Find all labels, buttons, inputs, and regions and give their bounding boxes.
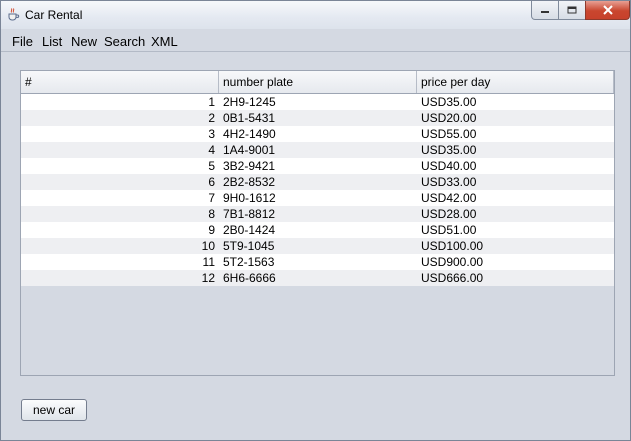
cell-index: 1 — [208, 95, 215, 109]
cell-index: 11 — [202, 255, 215, 269]
column-header-index[interactable]: # — [21, 71, 219, 93]
table-row[interactable]: 10 5T9-1045 USD100.00 — [21, 238, 614, 254]
cell-number-plate: 7B1-8812 — [223, 207, 276, 221]
minimize-icon — [541, 11, 549, 13]
cell-index: 7 — [208, 191, 215, 205]
cell-number-plate: 6H6-6666 — [223, 271, 276, 285]
cell-index: 8 — [208, 207, 215, 221]
table-row[interactable]: 8 7B1-8812 USD28.00 — [21, 206, 614, 222]
cell-number-plate: 2H9-1245 — [223, 95, 276, 109]
cell-price: USD35.00 — [421, 95, 477, 109]
window-title: Car Rental — [25, 8, 83, 22]
table-row[interactable]: 11 5T2-1563 USD900.00 — [21, 254, 614, 270]
column-header-price-per-day[interactable]: price per day — [417, 71, 614, 93]
cell-index: 3 — [208, 127, 215, 141]
cell-price: USD666.00 — [421, 271, 484, 285]
menu-list[interactable]: List — [42, 34, 62, 49]
cell-index: 12 — [201, 271, 215, 285]
table-row[interactable]: 3 4H2-1490 USD55.00 — [21, 126, 614, 142]
table-row[interactable]: 9 2B0-1424 USD51.00 — [21, 222, 614, 238]
new-car-button[interactable]: new car — [21, 399, 87, 421]
cell-price: USD35.00 — [421, 143, 477, 157]
cell-index: 9 — [208, 223, 215, 237]
cell-price: USD900.00 — [421, 255, 484, 269]
cell-price: USD40.00 — [421, 159, 477, 173]
cell-price: USD33.00 — [421, 175, 477, 189]
minimize-button[interactable] — [531, 1, 559, 20]
cell-index: 10 — [201, 239, 215, 253]
app-window: Car Rental File List New Search XML # nu — [0, 0, 631, 441]
cell-number-plate: 2B0-1424 — [223, 223, 276, 237]
table-row[interactable]: 12 6H6-6666 USD666.00 — [21, 270, 614, 286]
cell-number-plate: 1A4-9001 — [223, 143, 276, 157]
cell-price: USD51.00 — [421, 223, 477, 237]
menu-search[interactable]: Search — [104, 34, 145, 49]
cell-price: USD42.00 — [421, 191, 477, 205]
table-row[interactable]: 6 2B2-8532 USD33.00 — [21, 174, 614, 190]
table-row[interactable]: 4 1A4-9001 USD35.00 — [21, 142, 614, 158]
cell-number-plate: 9H0-1612 — [223, 191, 276, 205]
column-header-number-plate[interactable]: number plate — [219, 71, 417, 93]
menu-bar: File List New Search XML — [1, 29, 630, 52]
table-header: # number plate price per day — [21, 71, 614, 94]
menu-xml[interactable]: XML — [151, 34, 178, 49]
cell-price: USD20.00 — [421, 111, 477, 125]
table-body: 1 2H9-1245 USD35.00 2 0B1-5431 USD20.00 … — [21, 94, 614, 286]
close-button[interactable] — [585, 1, 630, 20]
cell-index: 5 — [208, 159, 215, 173]
java-cup-icon — [8, 8, 20, 21]
cell-index: 2 — [208, 111, 215, 125]
cell-number-plate: 5T9-1045 — [223, 239, 275, 253]
table-scroll-pane[interactable]: # number plate price per day 1 2H9-1245 … — [20, 70, 615, 376]
table-row[interactable]: 1 2H9-1245 USD35.00 — [21, 94, 614, 110]
table-row[interactable]: 5 3B2-9421 USD40.00 — [21, 158, 614, 174]
close-icon — [602, 5, 613, 15]
cell-price: USD55.00 — [421, 127, 477, 141]
cell-price: USD100.00 — [421, 239, 484, 253]
maximize-icon — [567, 6, 577, 14]
cell-number-plate: 0B1-5431 — [223, 111, 276, 125]
title-bar[interactable]: Car Rental — [1, 1, 630, 29]
cell-number-plate: 5T2-1563 — [223, 255, 275, 269]
menu-file[interactable]: File — [12, 34, 33, 49]
cell-price: USD28.00 — [421, 207, 477, 221]
cell-index: 6 — [208, 175, 215, 189]
cell-number-plate: 3B2-9421 — [223, 159, 276, 173]
cell-number-plate: 4H2-1490 — [223, 127, 276, 141]
maximize-button[interactable] — [558, 1, 586, 20]
cell-number-plate: 2B2-8532 — [223, 175, 276, 189]
table-row[interactable]: 7 9H0-1612 USD42.00 — [21, 190, 614, 206]
menu-new[interactable]: New — [71, 34, 97, 49]
cell-index: 4 — [208, 143, 215, 157]
table-row[interactable]: 2 0B1-5431 USD20.00 — [21, 110, 614, 126]
